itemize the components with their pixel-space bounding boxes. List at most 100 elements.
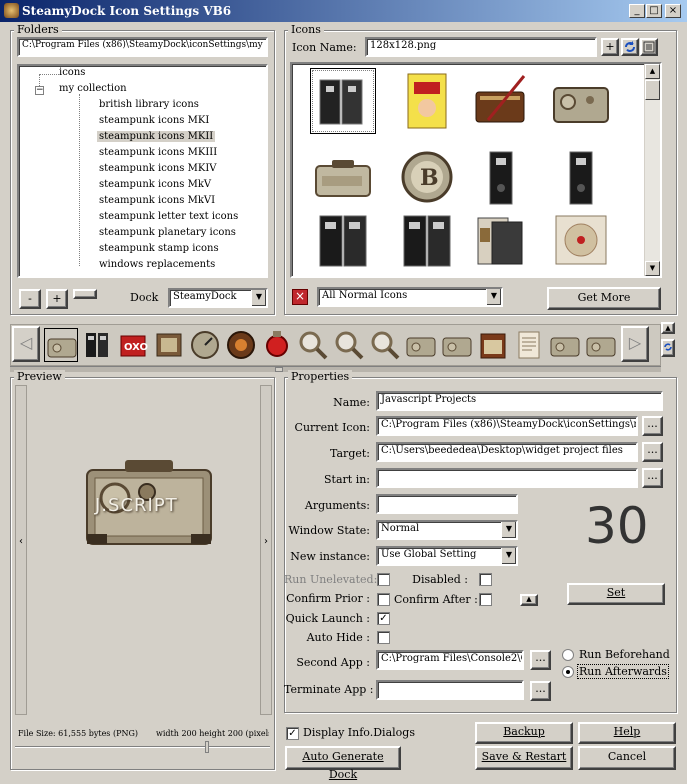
window-state-select[interactable]: Normal ▼ [376, 520, 518, 540]
chevron-down-icon[interactable]: ▼ [501, 522, 516, 538]
letter-b-badge-icon[interactable]: B [394, 144, 460, 210]
strip-up-button[interactable]: ▲ [661, 322, 675, 334]
get-more-button[interactable]: Get More [547, 287, 661, 310]
dock-binders-icon[interactable] [80, 328, 114, 362]
current-icon-field[interactable]: C:\Program Files (x86)\SteamyDock\iconSe… [376, 416, 638, 436]
dock-goggles-icon[interactable] [224, 328, 258, 362]
dock-calendar-icon[interactable] [476, 328, 510, 362]
save-restart-button[interactable]: Save & Restart [475, 746, 573, 770]
add-folder-button[interactable]: + [46, 289, 68, 309]
expand-up-button[interactable]: ▲ [520, 594, 538, 606]
preview-size-slider[interactable] [15, 746, 270, 748]
tree-item[interactable]: steampunk icons MKIII [99, 147, 217, 158]
dock-oxo-cube-icon[interactable]: OXO [116, 328, 150, 362]
settings-grid-icon[interactable] [640, 38, 658, 56]
close-button[interactable]: × [665, 4, 681, 18]
icon-grid[interactable]: B ▲ ▼ [290, 62, 662, 278]
dock-case-icon[interactable] [404, 328, 438, 362]
display-info-checkbox[interactable]: ✓ [286, 727, 299, 740]
maximize-button[interactable]: □ [646, 4, 662, 18]
binder-icon[interactable] [468, 144, 534, 210]
tree-item[interactable]: steampunk icons MkVI [99, 195, 215, 206]
browse-current-icon-button[interactable]: ... [642, 416, 663, 436]
chevron-down-icon[interactable]: ▼ [501, 548, 516, 564]
remove-folder-button[interactable]: - [19, 289, 41, 309]
terminate-app-field[interactable] [376, 680, 524, 700]
folder-options-button[interactable] [73, 289, 97, 299]
collapse-toggle[interactable]: − [35, 86, 44, 95]
tree-item[interactable]: steampunk stamp icons [99, 243, 219, 254]
icon-name-field[interactable]: 128x128.png [365, 37, 597, 57]
help-button[interactable]: Help [578, 722, 676, 744]
dock-case-icon[interactable] [44, 328, 78, 362]
tree-item[interactable]: steampunk icons MkV [99, 179, 211, 190]
strip-scroll-left-button[interactable]: ◁ [12, 326, 40, 362]
clear-filter-icon[interactable]: × [292, 289, 308, 305]
tree-item-my-collection[interactable]: my collection [59, 83, 127, 94]
add-icon-button[interactable]: + [601, 38, 619, 56]
run-unelevated-checkbox[interactable] [377, 573, 390, 586]
run-afterwards-radio[interactable] [562, 666, 574, 678]
binders-pair-icon[interactable] [310, 206, 376, 272]
strip-scroll-right-button[interactable]: ▷ [621, 326, 649, 362]
book-quill-icon[interactable] [468, 68, 534, 134]
run-afterwards-label[interactable]: Run Afterwards [577, 664, 669, 679]
chevron-down-icon[interactable]: ▼ [486, 289, 501, 305]
run-beforehand-radio[interactable] [562, 649, 574, 661]
run-beforehand-label[interactable]: Run Beforehand [579, 648, 670, 661]
new-instance-select[interactable]: Use Global Setting ▼ [376, 546, 518, 566]
auto-generate-dock-button[interactable]: Auto Generate Dock [285, 746, 401, 781]
strip-refresh-icon[interactable] [661, 339, 675, 357]
preview-prev-button[interactable]: ‹ [15, 385, 27, 715]
tree-item[interactable]: windows replacements [99, 259, 215, 270]
browse-terminate-app-button[interactable]: ... [530, 681, 551, 701]
dock-case-icon[interactable] [548, 328, 582, 362]
cd-envelope-icon[interactable] [548, 206, 614, 272]
quick-launch-checkbox[interactable]: ✓ [377, 612, 390, 625]
chevron-down-icon[interactable]: ▼ [251, 290, 266, 306]
dock-gauge-icon[interactable] [188, 328, 222, 362]
browse-start-in-button[interactable]: ... [642, 468, 663, 488]
binder-icon[interactable] [548, 144, 614, 210]
tree-item-selected[interactable]: steampunk icons MKII [97, 131, 216, 142]
set-button[interactable]: Set [567, 583, 665, 605]
dock-picture-icon[interactable] [152, 328, 186, 362]
briefcase-binders-icon[interactable] [310, 68, 376, 134]
folder-tree[interactable]: − icons my collection british library ic… [17, 64, 268, 278]
name-field[interactable]: Javascript Projects [376, 391, 663, 411]
auto-hide-checkbox[interactable] [377, 631, 390, 644]
target-field[interactable]: C:\Users\beededea\Desktop\widget project… [376, 442, 638, 462]
tree-item-icons[interactable]: icons [59, 67, 85, 78]
refresh-icon[interactable] [621, 38, 639, 56]
arguments-field[interactable] [376, 494, 518, 514]
dock-magnifier-icon[interactable] [368, 328, 402, 362]
tree-item[interactable]: british library icons [99, 99, 199, 110]
browse-second-app-button[interactable]: ... [530, 650, 551, 670]
confirm-after-checkbox[interactable] [479, 593, 492, 606]
tree-item[interactable]: steampunk planetary icons [99, 227, 236, 238]
tree-item[interactable]: steampunk letter text icons [99, 211, 238, 222]
folder-path-field[interactable]: C:\Program Files (x86)\SteamyDock\iconSe… [17, 37, 268, 57]
tree-item[interactable]: steampunk icons MKIV [99, 163, 217, 174]
cancel-button[interactable]: Cancel [578, 746, 676, 770]
daddies-sauce-icon[interactable] [394, 68, 460, 134]
tree-item[interactable]: steampunk icons MKI [99, 115, 209, 126]
second-app-field[interactable]: C:\Program Files\Console2\Co [376, 650, 524, 670]
start-in-field[interactable] [376, 468, 638, 488]
dock-document-icon[interactable] [512, 328, 546, 362]
steampunk-case-icon[interactable] [548, 68, 614, 134]
dock-magnifier-icon[interactable] [296, 328, 330, 362]
slider-thumb[interactable] [205, 741, 209, 753]
open-folder-icon[interactable] [468, 206, 534, 272]
dock-select[interactable]: SteamyDock ▼ [168, 288, 268, 308]
backup-button[interactable]: Backup [475, 722, 573, 744]
binders-pair-icon[interactable] [394, 206, 460, 272]
icon-filter-select[interactable]: All Normal Icons ▼ [317, 287, 503, 307]
confirm-prior-checkbox[interactable] [377, 593, 390, 606]
disabled-checkbox[interactable] [479, 573, 492, 586]
minimize-button[interactable]: _ [629, 4, 645, 18]
preview-next-button[interactable]: › [260, 385, 272, 715]
dock-magnifier-icon[interactable] [332, 328, 366, 362]
dock-case-icon[interactable] [584, 328, 618, 362]
browse-target-button[interactable]: ... [642, 442, 663, 462]
